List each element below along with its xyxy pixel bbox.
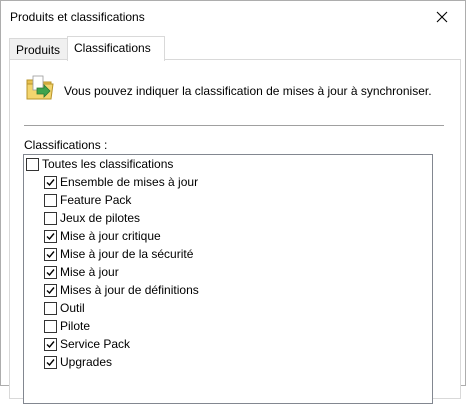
banner-description: Vous pouvez indiquer la classification d… bbox=[64, 84, 432, 98]
tab-label: Classifications bbox=[74, 41, 151, 55]
folder-sync-icon bbox=[26, 75, 54, 100]
checkmark-icon bbox=[46, 287, 55, 295]
tree-item-label: Mise à jour de la sécurité bbox=[60, 247, 194, 261]
tab-produits[interactable]: Produits bbox=[9, 38, 68, 60]
classifications-tree: Toutes les classifications Ensemble de m… bbox=[23, 154, 433, 404]
checkbox[interactable] bbox=[44, 356, 57, 369]
tab-classifications[interactable]: Classifications bbox=[67, 36, 165, 61]
checkbox[interactable] bbox=[44, 212, 57, 225]
checkmark-icon bbox=[46, 251, 55, 259]
checkbox[interactable] bbox=[44, 284, 57, 297]
checkbox[interactable] bbox=[44, 302, 57, 315]
tree-item-label: Service Pack bbox=[60, 337, 131, 351]
window-title: Produits et classifications bbox=[10, 10, 145, 24]
close-icon bbox=[436, 11, 448, 23]
tree-item-label: Mises à jour de définitions bbox=[60, 283, 199, 297]
classifications-label: Classifications : bbox=[24, 138, 108, 152]
tree-item-label: Pilote bbox=[60, 319, 91, 333]
dialog-window: Produits et classifications Produits Cla… bbox=[0, 0, 466, 404]
close-button[interactable] bbox=[419, 1, 465, 33]
checkmark-icon bbox=[46, 269, 55, 277]
tree-item-label: Jeux de pilotes bbox=[60, 211, 141, 225]
checkmark-icon bbox=[46, 341, 55, 349]
checkbox[interactable] bbox=[44, 266, 57, 279]
checkbox[interactable] bbox=[44, 320, 57, 333]
title-bar: Produits et classifications bbox=[1, 1, 465, 33]
tab-label: Produits bbox=[16, 43, 61, 57]
checkbox[interactable] bbox=[44, 338, 57, 351]
tree-item-label: Feature Pack bbox=[60, 193, 132, 207]
separator-line bbox=[24, 125, 444, 126]
tab-panel: Vous pouvez indiquer la classification d… bbox=[9, 59, 461, 404]
checkbox[interactable] bbox=[44, 176, 57, 189]
checkbox[interactable] bbox=[44, 194, 57, 207]
checkbox[interactable] bbox=[26, 158, 39, 171]
checkbox[interactable] bbox=[44, 248, 57, 261]
checkmark-icon bbox=[46, 233, 55, 241]
tree-item-label: Outil bbox=[60, 301, 85, 315]
checkbox[interactable] bbox=[44, 230, 57, 243]
checkmark-icon bbox=[46, 179, 55, 187]
tree-item-label: Mise à jour bbox=[60, 265, 119, 279]
checkmark-icon bbox=[46, 359, 55, 367]
tree-item-label: Mise à jour critique bbox=[60, 229, 161, 243]
tree-item-label: Upgrades bbox=[60, 355, 113, 369]
tree-item-label: Toutes les classifications bbox=[42, 157, 174, 171]
tree-item-label: Ensemble de mises à jour bbox=[60, 175, 199, 189]
